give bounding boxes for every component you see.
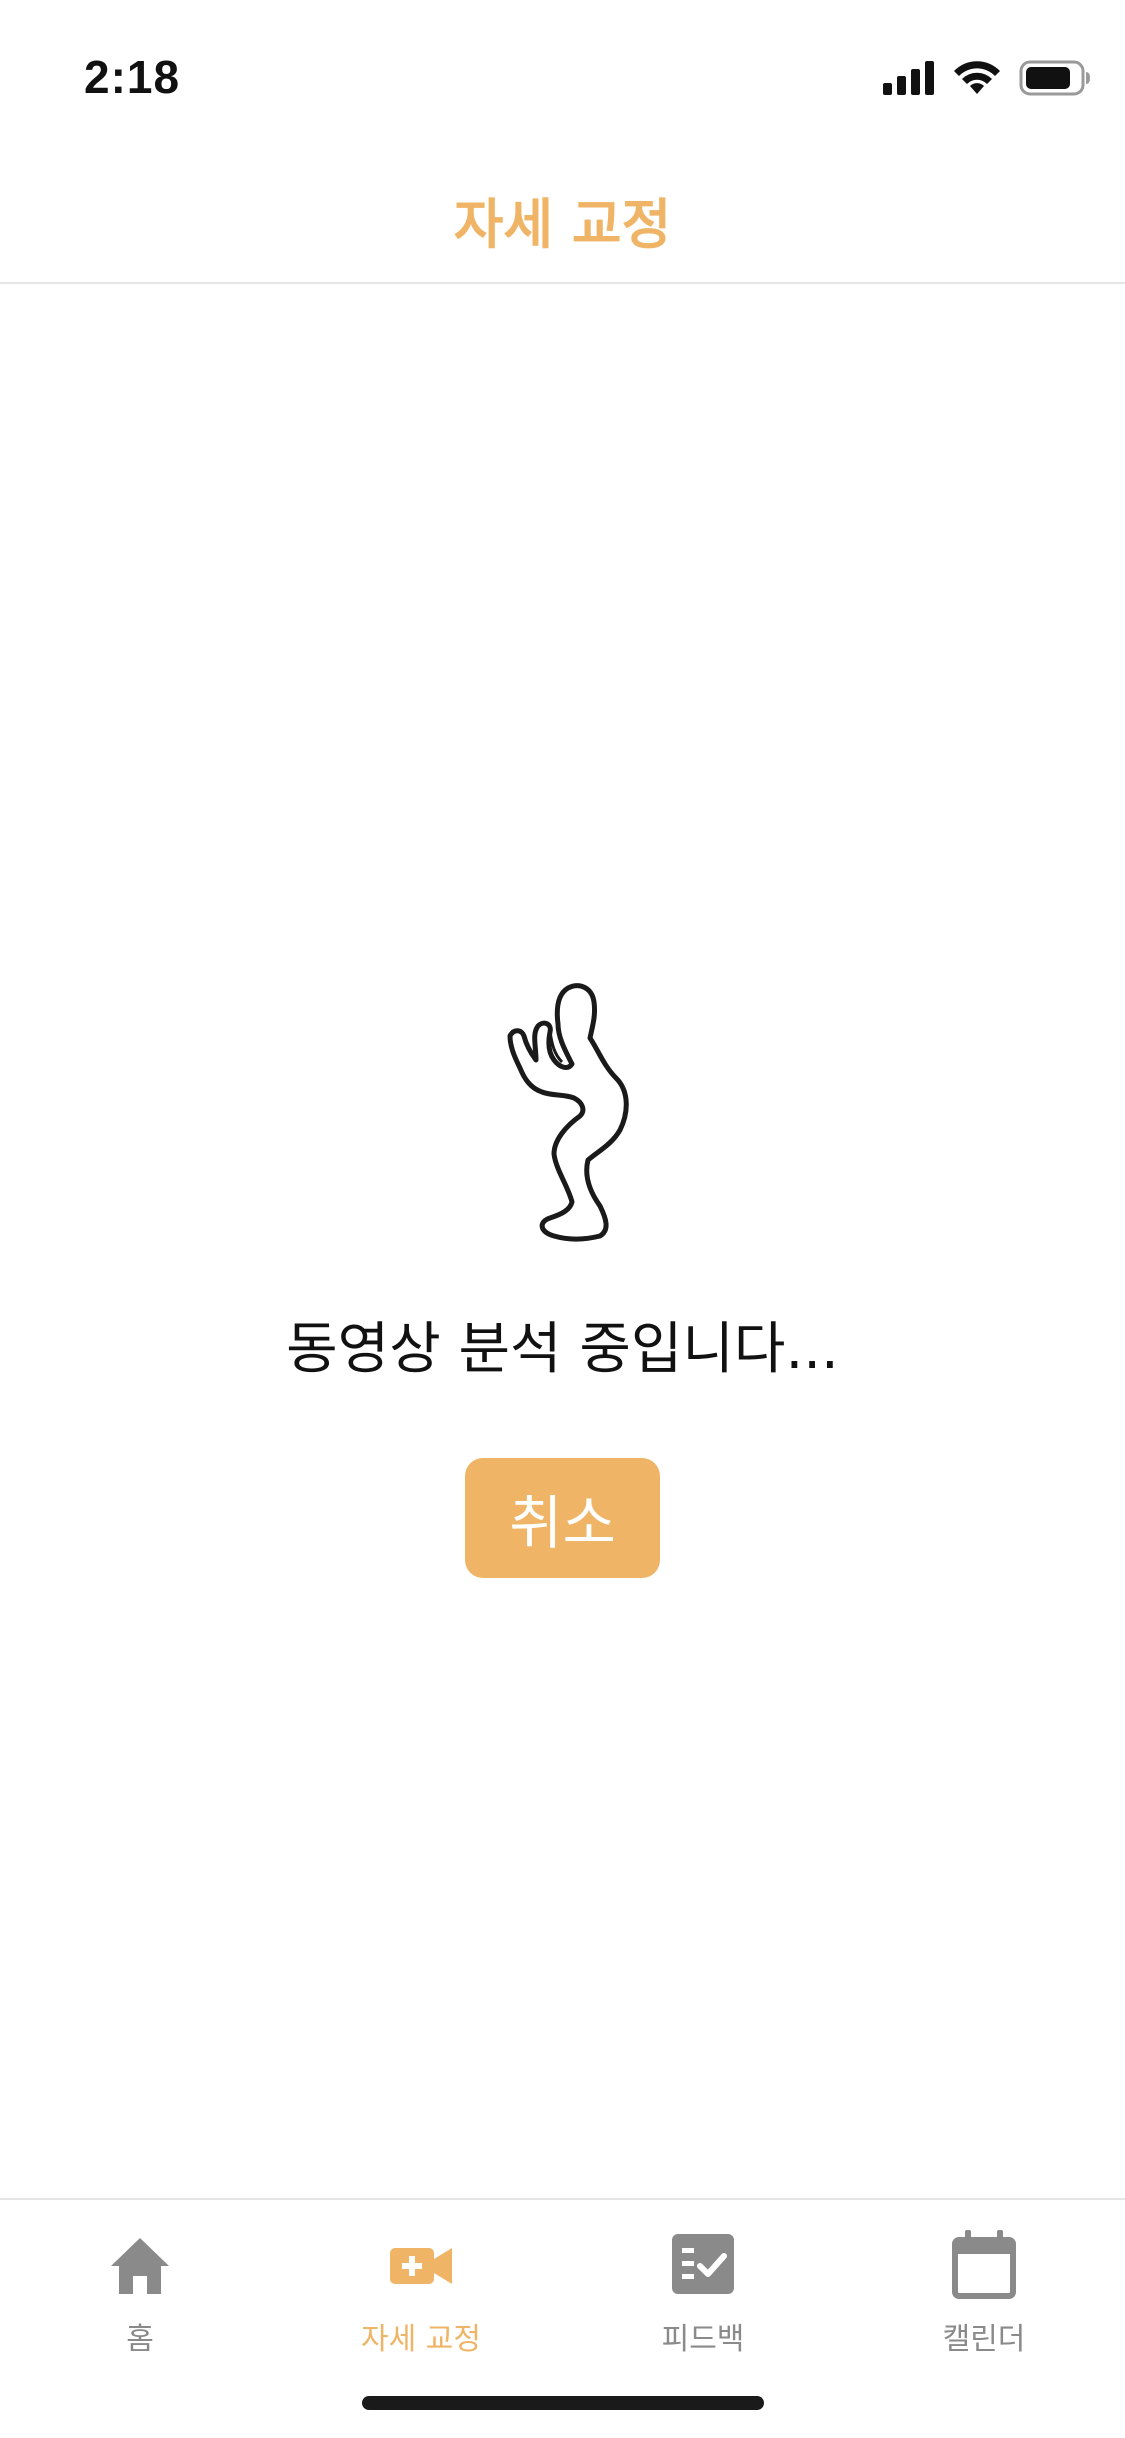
video-add-icon — [390, 2248, 452, 2284]
status-time: 2:18 — [84, 51, 181, 103]
battery-icon — [1019, 60, 1090, 96]
tab-label: 캘린더 — [942, 2322, 1026, 2357]
tab-label: 자세 교정 — [361, 2322, 481, 2357]
home-indicator[interactable] — [362, 2396, 764, 2410]
status-icons — [883, 60, 1091, 96]
calendar-icon — [952, 2230, 1016, 2299]
tab-home[interactable]: 홈 — [50, 2228, 230, 2358]
tab-label: 홈 — [126, 2322, 154, 2357]
home-icon — [111, 2238, 169, 2294]
squat-silhouette-icon — [507, 983, 629, 1242]
tab-label: 피드백 — [661, 2322, 745, 2357]
status-bar: 2:18 — [0, 0, 1125, 150]
cellular-signal-icon — [883, 61, 934, 95]
analysis-status-text: 동영상 분석 중입니다... — [286, 1317, 839, 1382]
tab-posture-correction[interactable]: 자세 교정 — [331, 2228, 511, 2358]
page-title: 자세 교정 — [453, 193, 672, 256]
checklist-icon — [672, 2234, 734, 2294]
tab-calendar[interactable]: 캘린더 — [894, 2228, 1074, 2358]
wifi-icon — [954, 61, 1000, 94]
nav-header: 자세 교정 — [0, 150, 1125, 284]
cancel-button[interactable]: 취소 — [465, 1458, 660, 1578]
tab-feedback[interactable]: 피드백 — [613, 2228, 793, 2358]
main-content: 동영상 분석 중입니다... 취소 — [0, 284, 1125, 2198]
